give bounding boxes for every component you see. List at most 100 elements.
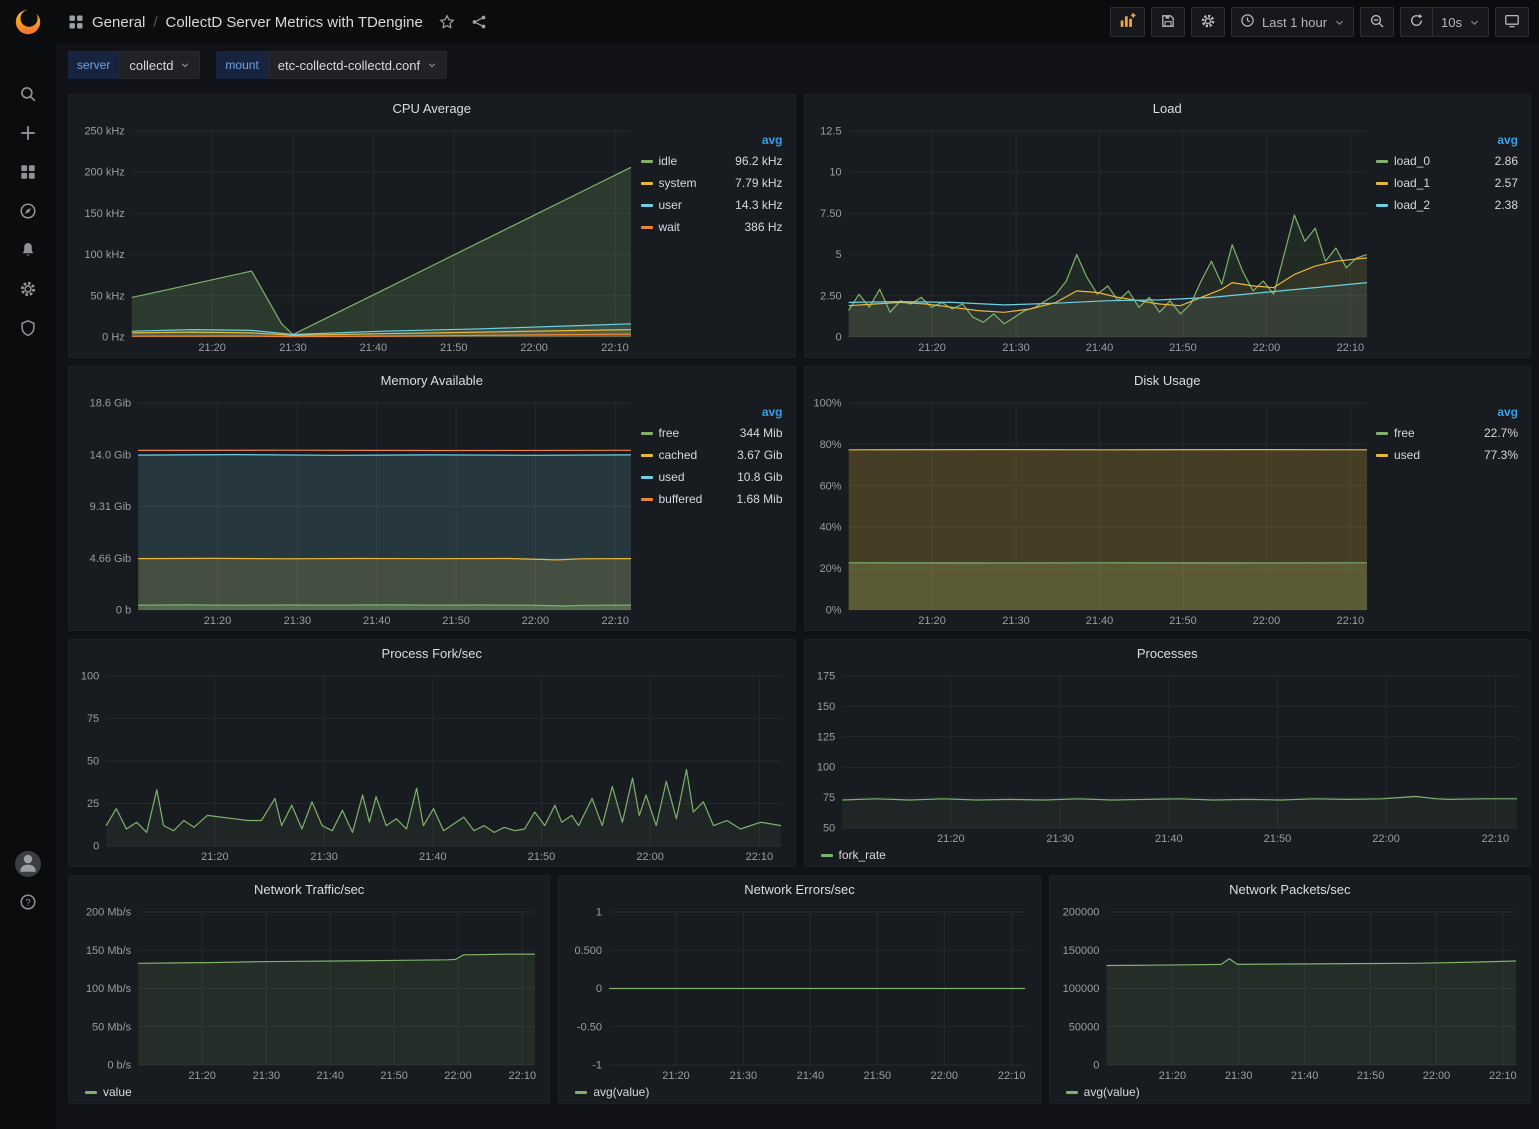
legend-series-buffered[interactable]: buffered xyxy=(659,492,703,506)
sidebar-item-alerting[interactable] xyxy=(11,235,45,265)
breadcrumb-folder[interactable]: General xyxy=(92,14,145,31)
zoom-out-button[interactable] xyxy=(1360,7,1394,37)
legend-row: load_12.57 xyxy=(1376,176,1518,190)
panel-header[interactable]: Network Errors/sec xyxy=(559,876,1039,902)
legend-avg-header[interactable]: avg xyxy=(641,133,783,147)
panel-title[interactable]: Disk Usage xyxy=(1134,373,1200,388)
y-tick-label: 50 xyxy=(822,823,834,835)
sidebar-item-configuration[interactable] xyxy=(11,274,45,304)
legend-avg-header[interactable]: avg xyxy=(1376,405,1518,419)
legend-value: 1.68 Mib xyxy=(736,492,782,506)
legend-series-free[interactable]: free xyxy=(1394,426,1415,440)
y-tick-label: 150000 xyxy=(1062,945,1099,957)
cycle-view-button[interactable] xyxy=(1495,7,1529,37)
y-tick-label: 40% xyxy=(819,522,841,534)
y-tick-label: 7.50 xyxy=(820,208,841,220)
legend-series-used[interactable]: used xyxy=(659,470,685,484)
user-avatar[interactable] xyxy=(15,851,41,877)
panel-header[interactable]: Load xyxy=(805,95,1531,121)
series-area-used xyxy=(848,450,1366,610)
sidebar-item-help[interactable]: ? xyxy=(11,887,45,917)
sidebar-item-server-admin[interactable] xyxy=(11,313,45,343)
dashboard-title[interactable]: CollectD Server Metrics with TDengine xyxy=(166,14,423,31)
panel-title[interactable]: Load xyxy=(1153,101,1182,116)
panel-title[interactable]: Network Packets/sec xyxy=(1229,882,1350,897)
x-tick-label: 21:20 xyxy=(198,342,226,354)
y-tick-label: 175 xyxy=(816,671,834,683)
add-panel-button[interactable] xyxy=(1110,7,1145,37)
legend-series-avg(value)[interactable]: avg(value) xyxy=(1084,1085,1140,1099)
sidebar-item-search[interactable] xyxy=(11,79,45,109)
star-icon[interactable] xyxy=(439,14,455,30)
variable-mount-label: mount xyxy=(216,51,267,79)
legend-series-load_1[interactable]: load_1 xyxy=(1394,176,1430,190)
panel-title[interactable]: Network Traffic/sec xyxy=(254,882,364,897)
variable-mount-value[interactable]: etc-collectd-collectd.conf xyxy=(268,51,447,79)
legend-series-user[interactable]: user xyxy=(659,198,682,212)
x-tick-label: 22:10 xyxy=(1336,615,1364,627)
net_errors-chart: -1-0.5000.500121:2021:3021:4021:5022:002… xyxy=(565,902,1033,1083)
processes-chart: 507510012515017521:2021:3021:4021:5022:0… xyxy=(811,666,1525,846)
y-tick-label: 125 xyxy=(816,731,834,743)
dashboard-settings-button[interactable] xyxy=(1191,7,1225,37)
x-tick-label: 22:00 xyxy=(1422,1070,1450,1082)
panel-header[interactable]: Processes xyxy=(805,640,1531,666)
sidebar-item-explore[interactable] xyxy=(11,196,45,226)
x-tick-label: 21:30 xyxy=(730,1070,758,1082)
legend-row: wait386 Hz xyxy=(641,220,783,234)
apps-grid-icon[interactable] xyxy=(68,14,84,30)
legend-series-load_0[interactable]: load_0 xyxy=(1394,154,1430,168)
share-icon[interactable] xyxy=(471,14,487,30)
refresh-icon xyxy=(1409,13,1424,31)
x-tick-label: 21:50 xyxy=(1169,615,1197,627)
legend-series-system[interactable]: system xyxy=(659,176,697,190)
legend-series-free[interactable]: free xyxy=(659,426,680,440)
panel-title[interactable]: Process Fork/sec xyxy=(382,646,482,661)
panel-title[interactable]: Memory Available xyxy=(381,373,483,388)
panel-title[interactable]: Network Errors/sec xyxy=(744,882,855,897)
refresh-button[interactable] xyxy=(1400,7,1432,37)
legend-series-fork_rate[interactable]: fork_rate xyxy=(839,848,886,862)
series-area-avg(value) xyxy=(1106,959,1516,1065)
sidebar-item-dashboards[interactable] xyxy=(11,157,45,187)
net_packets-chart: 05000010000015000020000021:2021:3021:402… xyxy=(1056,902,1524,1083)
breadcrumb: General / CollectD Server Metrics with T… xyxy=(68,14,487,31)
panel-header[interactable]: Network Traffic/sec xyxy=(69,876,549,902)
y-tick-label: 9.31 Gib xyxy=(90,501,132,513)
legend-row: free22.7% xyxy=(1376,426,1518,440)
panel-title[interactable]: Processes xyxy=(1137,646,1198,661)
panel-header[interactable]: Network Packets/sec xyxy=(1050,876,1530,902)
refresh-interval-dropdown[interactable]: 10s xyxy=(1432,7,1489,37)
grafana-logo[interactable] xyxy=(13,7,43,37)
panel-header[interactable]: Disk Usage xyxy=(805,367,1531,393)
time-range-picker[interactable]: Last 1 hour xyxy=(1231,7,1354,37)
fork-chart: 025507510021:2021:3021:4021:5022:0022:10 xyxy=(75,666,789,864)
x-tick-label: 21:50 xyxy=(380,1070,408,1082)
legend-series-value[interactable]: value xyxy=(103,1085,132,1099)
legend-avg-header[interactable]: avg xyxy=(1376,133,1518,147)
y-tick-label: 0 xyxy=(1093,1060,1099,1072)
sidebar-item-create[interactable] xyxy=(11,118,45,148)
panel-header[interactable]: CPU Average xyxy=(69,95,795,121)
legend-series-avg(value)[interactable]: avg(value) xyxy=(593,1085,649,1099)
variable-server-value[interactable]: collectd xyxy=(119,51,200,79)
dashboard-variables: server collectd mount etc-collectd-colle… xyxy=(56,44,1539,86)
legend-series-used[interactable]: used xyxy=(1394,448,1420,462)
legend-row: user14.3 kHz xyxy=(641,198,783,212)
x-tick-label: 21:30 xyxy=(284,615,312,627)
legend-avg-header[interactable]: avg xyxy=(641,405,783,419)
legend-series-cached[interactable]: cached xyxy=(659,448,698,462)
memory-plot: 0 b4.66 Gib9.31 Gib14.0 Gib18.6 Gib21:20… xyxy=(75,393,639,628)
chevron-down-icon xyxy=(427,60,437,70)
series-line-used xyxy=(138,455,631,456)
legend-series-idle[interactable]: idle xyxy=(659,154,678,168)
refresh-group: 10s xyxy=(1400,7,1489,37)
x-tick-label: 22:00 xyxy=(1252,342,1280,354)
panel-header[interactable]: Memory Available xyxy=(69,367,795,393)
panel-header[interactable]: Process Fork/sec xyxy=(69,640,795,666)
legend-series-load_2[interactable]: load_2 xyxy=(1394,198,1430,212)
panel-title[interactable]: CPU Average xyxy=(392,101,471,116)
legend-row: load_22.38 xyxy=(1376,198,1518,212)
legend-series-wait[interactable]: wait xyxy=(659,220,680,234)
save-dashboard-button[interactable] xyxy=(1151,7,1185,37)
